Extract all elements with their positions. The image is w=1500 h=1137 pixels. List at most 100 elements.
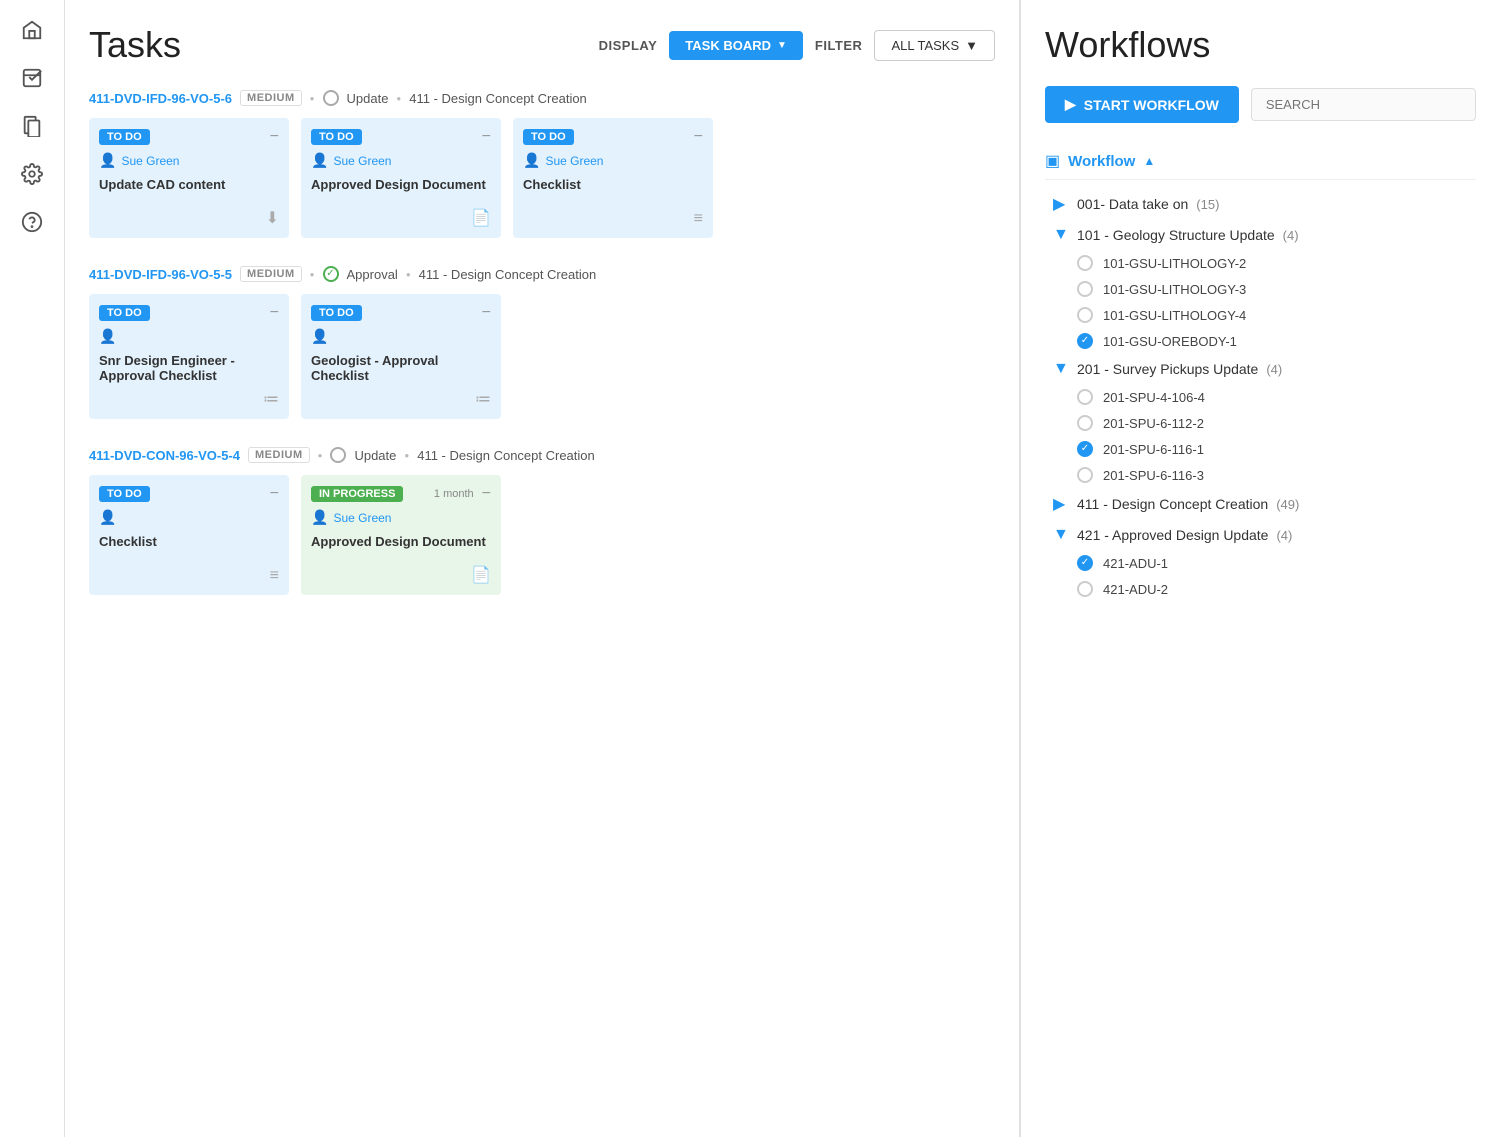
user-avatar-icon: 👤 xyxy=(311,152,328,169)
card-header: TO DO − xyxy=(99,485,279,503)
card-footer: ≔ xyxy=(99,389,279,409)
cards-grid: TO DO−👤Checklist≡IN PROGRESS1 month−👤Sue… xyxy=(89,475,995,595)
task-group: 411-DVD-CON-96-VO-5-4MEDIUM●Update●411 -… xyxy=(89,447,995,595)
filter-label: FILTER xyxy=(815,38,863,53)
card-user-name: Sue Green xyxy=(333,154,391,168)
workflow-sub-item[interactable]: 101-GSU-LITHOLOGY-2 xyxy=(1045,250,1476,276)
workflow-sub-item-label: 201-SPU-6-116-3 xyxy=(1103,468,1204,483)
workflow-sub-item[interactable]: 201-SPU-6-116-1 xyxy=(1045,436,1476,462)
expand-icon: ▶ xyxy=(1053,194,1069,214)
task-card[interactable]: IN PROGRESS1 month−👤Sue GreenApproved De… xyxy=(301,475,501,595)
task-group-name: 411 - Design Concept Creation xyxy=(417,448,595,463)
start-workflow-button[interactable]: ▶ START WORKFLOW xyxy=(1045,86,1239,123)
workflow-sub-item[interactable]: 421-ADU-1 xyxy=(1045,550,1476,576)
user-avatar-icon: 👤 xyxy=(523,152,540,169)
dot-separator: ● xyxy=(406,270,411,279)
list-icon: ≡ xyxy=(694,210,703,228)
sidebar xyxy=(0,0,65,1137)
unchecked-radio-icon xyxy=(1077,307,1093,323)
workflow-item-count: (4) xyxy=(1276,528,1292,543)
task-card[interactable]: TO DO−👤Sue GreenChecklist≡ xyxy=(513,118,713,238)
workflow-sub-item[interactable]: 421-ADU-2 xyxy=(1045,576,1476,602)
card-footer: ⬇ xyxy=(99,208,279,228)
card-minimize-button[interactable]: − xyxy=(270,485,279,503)
checklist-icon: ≔ xyxy=(263,389,279,409)
task-card[interactable]: TO DO−👤Sue GreenApproved Design Document… xyxy=(301,118,501,238)
card-header: TO DO− xyxy=(523,128,703,146)
card-footer: 📄 xyxy=(311,565,491,585)
all-tasks-button[interactable]: ALL TASKS ▼ xyxy=(874,30,995,61)
card-status-badge: TO DO xyxy=(99,486,150,502)
card-status-badge: TO DO xyxy=(99,305,150,321)
help-icon[interactable] xyxy=(12,202,52,242)
card-footer: ≔ xyxy=(311,389,491,409)
workflow-sub-item[interactable]: 201-SPU-6-116-3 xyxy=(1045,462,1476,488)
home-icon[interactable] xyxy=(12,10,52,50)
workflow-item[interactable]: ▼201 - Survey Pickups Update (4) xyxy=(1045,354,1476,384)
card-minimize-button[interactable]: − xyxy=(270,304,279,322)
collapse-icon: ▼ xyxy=(1053,226,1069,244)
workflow-sub-item[interactable]: 201-SPU-6-112-2 xyxy=(1045,410,1476,436)
list-icon: ≡ xyxy=(270,567,279,585)
dot-separator: ● xyxy=(404,451,409,460)
settings-icon[interactable] xyxy=(12,154,52,194)
task-card[interactable]: TO DO−👤Sue GreenUpdate CAD content⬇ xyxy=(89,118,289,238)
card-header: TO DO − xyxy=(311,128,491,146)
workflow-item-count: (4) xyxy=(1283,228,1299,243)
download-icon: ⬇ xyxy=(266,208,279,228)
task-group-header: 411-DVD-CON-96-VO-5-4MEDIUM●Update●411 -… xyxy=(89,447,995,463)
workflow-collapse-icon: ▣ xyxy=(1045,151,1060,171)
task-card[interactable]: TO DO−👤Snr Design Engineer - Approval Ch… xyxy=(89,294,289,419)
task-group-id[interactable]: 411-DVD-IFD-96-VO-5-6 xyxy=(89,91,232,106)
checked-radio-icon xyxy=(1077,441,1093,457)
unchecked-radio-icon xyxy=(1077,467,1093,483)
task-group-badge: MEDIUM xyxy=(240,266,302,282)
workflow-item[interactable]: ▼421 - Approved Design Update (4) xyxy=(1045,520,1476,550)
workflow-item-count: (15) xyxy=(1196,197,1219,212)
card-status-badge: TO DO xyxy=(311,129,362,145)
workflow-sub-item[interactable]: 101-GSU-OREBODY-1 xyxy=(1045,328,1476,354)
card-minimize-button[interactable]: − xyxy=(482,304,491,322)
workflow-search-input[interactable] xyxy=(1251,88,1476,121)
workflow-sub-item-label: 201-SPU-4-106-4 xyxy=(1103,390,1205,405)
card-minimize-button[interactable]: − xyxy=(694,128,703,146)
task-board-button[interactable]: TASK BOARD ▼ xyxy=(669,31,803,60)
workflow-section-header[interactable]: ▣ Workflow ▲ xyxy=(1045,143,1476,180)
unchecked-radio-icon xyxy=(1077,581,1093,597)
workflow-toolbar: ▶ START WORKFLOW xyxy=(1045,86,1476,123)
collapse-icon: ▼ xyxy=(1053,360,1069,378)
card-title: Checklist xyxy=(523,177,703,204)
task-card[interactable]: TO DO−👤Checklist≡ xyxy=(89,475,289,595)
card-user-name: Sue Green xyxy=(333,511,391,525)
card-header: TO DO − xyxy=(99,304,279,322)
documents-icon[interactable] xyxy=(12,106,52,146)
workflow-sub-item[interactable]: 101-GSU-LITHOLOGY-4 xyxy=(1045,302,1476,328)
workflow-item[interactable]: ▶001- Data take on (15) xyxy=(1045,188,1476,220)
tasks-title: Tasks xyxy=(89,24,181,66)
display-label: DISPLAY xyxy=(599,38,658,53)
workflow-sub-item[interactable]: 201-SPU-4-106-4 xyxy=(1045,384,1476,410)
card-footer: 📄 xyxy=(311,208,491,228)
workflows-title: Workflows xyxy=(1045,24,1476,66)
card-user: 👤 Sue Green xyxy=(311,152,491,169)
workflows-panel: Workflows ▶ START WORKFLOW ▣ Workflow ▲ … xyxy=(1020,0,1500,1137)
tasks-icon[interactable] xyxy=(12,58,52,98)
card-title: Checklist xyxy=(99,534,279,561)
unchecked-radio-icon xyxy=(1077,415,1093,431)
task-group-id[interactable]: 411-DVD-IFD-96-VO-5-5 xyxy=(89,267,232,282)
all-tasks-chevron: ▼ xyxy=(965,38,978,53)
workflow-item[interactable]: ▼101 - Geology Structure Update (4) xyxy=(1045,220,1476,250)
card-minimize-button[interactable]: − xyxy=(482,485,491,503)
workflow-sub-item[interactable]: 101-GSU-LITHOLOGY-3 xyxy=(1045,276,1476,302)
card-user: 👤 xyxy=(99,328,279,345)
task-card[interactable]: TO DO−👤Geologist - Approval Checklist≔ xyxy=(301,294,501,419)
card-minimize-button[interactable]: − xyxy=(270,128,279,146)
unchecked-radio-icon xyxy=(1077,281,1093,297)
task-group-header: 411-DVD-IFD-96-VO-5-5MEDIUM●✓Approval●41… xyxy=(89,266,995,282)
user-avatar-icon: 👤 xyxy=(311,509,328,526)
unchecked-radio-icon xyxy=(1077,389,1093,405)
workflow-item-count: (49) xyxy=(1276,497,1299,512)
workflow-item[interactable]: ▶411 - Design Concept Creation (49) xyxy=(1045,488,1476,520)
card-minimize-button[interactable]: − xyxy=(482,128,491,146)
task-group-id[interactable]: 411-DVD-CON-96-VO-5-4 xyxy=(89,448,240,463)
